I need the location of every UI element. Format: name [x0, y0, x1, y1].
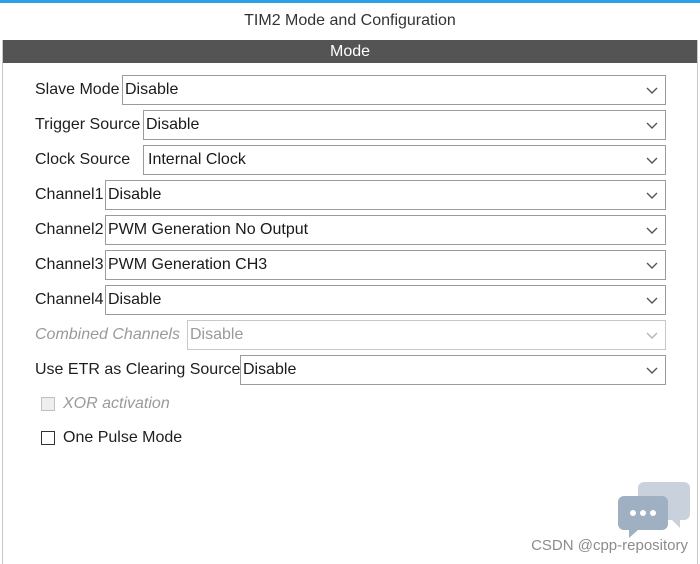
combined-channels-select: Disable — [187, 320, 666, 350]
channel2-select[interactable]: PWM Generation No Output — [105, 215, 666, 245]
mode-panel: Mode Slave Mode Disable Trigger Source D… — [2, 40, 698, 564]
select-value: Disable — [190, 326, 244, 343]
field-label: Channel1 — [35, 186, 104, 203]
channel3-select[interactable]: PWM Generation CH3 — [105, 250, 666, 280]
select-value: PWM Generation CH3 — [108, 256, 268, 273]
xor-activation-option: XOR activation — [41, 395, 170, 413]
field-label: Clock Source — [35, 151, 131, 168]
chevron-down-icon — [646, 227, 658, 234]
channel1-select[interactable]: Disable — [105, 180, 666, 210]
field-label: Channel4 — [35, 291, 104, 308]
chevron-down-icon — [646, 87, 658, 94]
one-pulse-mode-checkbox[interactable] — [41, 431, 55, 445]
field-label: Trigger Source — [35, 116, 141, 133]
chevron-down-icon — [646, 192, 658, 199]
select-value: PWM Generation No Output — [108, 221, 309, 238]
field-label: Use ETR as Clearing Source — [35, 361, 241, 378]
clock-source-select[interactable]: Internal Clock — [143, 145, 666, 175]
field-label: Slave Mode — [35, 81, 120, 98]
trigger-source-select[interactable]: Disable — [143, 110, 666, 140]
select-value: Disable — [108, 186, 162, 203]
field-channel2: Channel2 PWM Generation No Output — [35, 215, 666, 245]
checkbox-label: One Pulse Mode — [63, 429, 183, 446]
watermark: CSDN @cpp-repository — [531, 537, 688, 554]
field-slave-mode: Slave Mode Disable — [35, 75, 666, 105]
checkbox-label: XOR activation — [63, 395, 170, 412]
one-pulse-mode-option[interactable]: One Pulse Mode — [41, 429, 182, 447]
window-title: TIM2 Mode and Configuration — [244, 12, 456, 29]
select-value: Disable — [108, 291, 162, 308]
chat-bubble-icon — [618, 482, 690, 538]
select-value: Disable — [125, 81, 179, 98]
field-channel3: Channel3 PWM Generation CH3 — [35, 250, 666, 280]
chevron-down-icon — [646, 157, 658, 164]
section-header-mode: Mode — [3, 40, 697, 63]
field-combined-channels: Combined Channels Disable — [35, 320, 666, 350]
chevron-down-icon — [646, 297, 658, 304]
channel4-select[interactable]: Disable — [105, 285, 666, 315]
chevron-down-icon — [646, 332, 658, 339]
field-use-etr: Use ETR as Clearing Source Disable — [35, 355, 666, 385]
chevron-down-icon — [646, 122, 658, 129]
select-value: Internal Clock — [148, 151, 246, 168]
chevron-down-icon — [646, 367, 658, 374]
field-channel1: Channel1 Disable — [35, 180, 666, 210]
field-label: Channel2 — [35, 221, 104, 238]
field-label: Channel3 — [35, 256, 104, 273]
chevron-down-icon — [646, 262, 658, 269]
field-label: Combined Channels — [35, 326, 180, 343]
slave-mode-select[interactable]: Disable — [122, 75, 666, 105]
use-etr-select[interactable]: Disable — [240, 355, 666, 385]
xor-activation-checkbox — [41, 397, 55, 411]
select-value: Disable — [243, 361, 297, 378]
field-clock-source: Clock Source Internal Clock — [35, 145, 666, 175]
field-trigger-source: Trigger Source Disable — [35, 110, 666, 140]
field-channel4: Channel4 Disable — [35, 285, 666, 315]
select-value: Disable — [146, 116, 200, 133]
